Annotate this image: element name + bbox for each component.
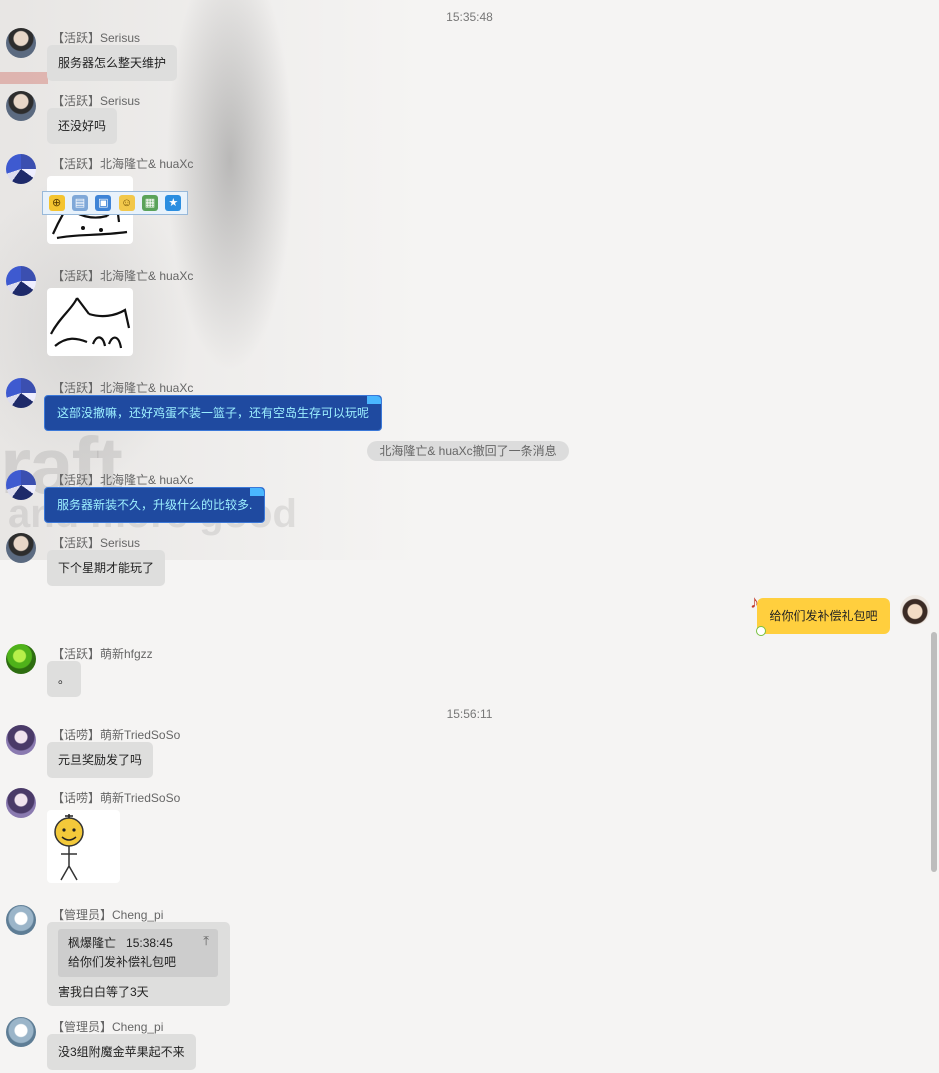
message-bubble[interactable]: 还没好吗 [47, 108, 118, 144]
avatar[interactable] [6, 378, 36, 408]
sender-name[interactable]: 【话唠】萌新TriedSoSo [52, 726, 180, 743]
sender-name[interactable]: 【活跃】Serisus [52, 534, 140, 551]
message-text: 这部没撤嘛，还好鸡蛋不装一篮子，还有空岛生存可以玩呢 [57, 406, 370, 420]
message-bubble[interactable]: 元旦奖励发了吗 [47, 742, 154, 778]
bubble-corner-decoration [367, 396, 382, 404]
avatar[interactable] [6, 28, 36, 58]
sender-name[interactable]: 【活跃】北海隆亡& huaXc [52, 379, 193, 396]
sender-name[interactable]: 【活跃】北海隆亡& huaXc [52, 155, 193, 172]
message-bubble[interactable]: 服务器怎么整天维护 [47, 45, 178, 81]
quote-time: 15:38:45 [126, 936, 173, 950]
avatar[interactable] [6, 1017, 36, 1047]
emoji-icon[interactable]: ☺ [118, 195, 135, 211]
quote-author: 枫爆隆亡 [68, 936, 117, 950]
message-bubble[interactable]: 没3组附魔金苹果起不来 [47, 1034, 196, 1070]
message-text: 服务器新装不久，升级什么的比较多. [57, 498, 253, 512]
zoom-icon[interactable]: ⊕ [48, 195, 65, 211]
save-icon[interactable]: ▤ [71, 195, 88, 211]
recall-notice: 北海隆亡& huaXc撤回了一条消息 [367, 441, 569, 461]
bookmark-icon[interactable]: ★ [165, 195, 182, 211]
sticker-cat-image [50, 297, 131, 349]
timestamp: 15:35:48 [446, 10, 493, 24]
sender-name[interactable]: 【话唠】萌新TriedSoSo [52, 789, 180, 806]
sender-name[interactable]: 【活跃】北海隆亡& huaXc [52, 471, 193, 488]
jump-to-top-icon[interactable]: ⤒ [203, 933, 209, 949]
image-toolbar: ⊕ ▤ ▣ ☺ ▦ ★ [42, 191, 188, 215]
message-bubble[interactable]: 枫爆隆亡 15:38:45 给你们发补偿礼包吧 ⤒ 害我白白等了3天 [47, 922, 230, 1006]
avatar[interactable] [6, 533, 36, 563]
sender-name[interactable]: 【管理员】Cheng_pi [52, 906, 163, 923]
bubble-corner-decoration [250, 488, 265, 496]
self-message-bubble[interactable]: 给你们发补偿礼包吧 [757, 598, 890, 634]
message-bubble[interactable]: 。 [47, 661, 82, 697]
sender-name[interactable]: 【活跃】北海隆亡& huaXc [52, 267, 193, 284]
sender-name[interactable]: 【管理员】Cheng_pi [52, 1018, 163, 1035]
image-message[interactable] [47, 810, 120, 883]
avatar[interactable] [6, 154, 36, 184]
avatar[interactable] [6, 91, 36, 121]
quote-header: 枫爆隆亡 15:38:45 [68, 934, 173, 951]
quote-text: 给你们发补偿礼包吧 [68, 955, 177, 969]
avatar[interactable] [6, 788, 36, 818]
avatar[interactable] [6, 905, 36, 935]
avatar[interactable] [6, 644, 36, 674]
avatar[interactable] [6, 266, 36, 296]
avatar[interactable] [6, 470, 36, 500]
self-avatar[interactable] [900, 595, 930, 625]
sticker-character-image [54, 814, 84, 881]
image-icon[interactable]: ▦ [141, 195, 158, 211]
avatar[interactable] [6, 725, 36, 755]
timestamp: 15:56:11 [446, 707, 493, 721]
quoted-message[interactable]: 枫爆隆亡 15:38:45 给你们发补偿礼包吧 ⤒ [58, 929, 218, 977]
screen-icon[interactable]: ▣ [95, 195, 112, 211]
scrollbar[interactable] [931, 632, 937, 872]
message-bubble[interactable]: 服务器新装不久，升级什么的比较多. [44, 487, 266, 523]
guitar-icon: ♪ [750, 592, 759, 612]
message-bubble[interactable]: 下个星期才能玩了 [47, 550, 166, 586]
sender-name[interactable]: 【活跃】萌新hfgzz [52, 645, 153, 662]
sender-name[interactable]: 【活跃】Serisus [52, 29, 140, 46]
sender-name[interactable]: 【活跃】Serisus [52, 92, 140, 109]
status-dot [756, 626, 766, 636]
background-decoration [0, 72, 48, 84]
message-bubble[interactable]: 这部没撤嘛，还好鸡蛋不装一篮子，还有空岛生存可以玩呢 [44, 395, 383, 431]
message-text: 害我白白等了3天 [58, 985, 149, 999]
image-message[interactable] [47, 288, 133, 356]
